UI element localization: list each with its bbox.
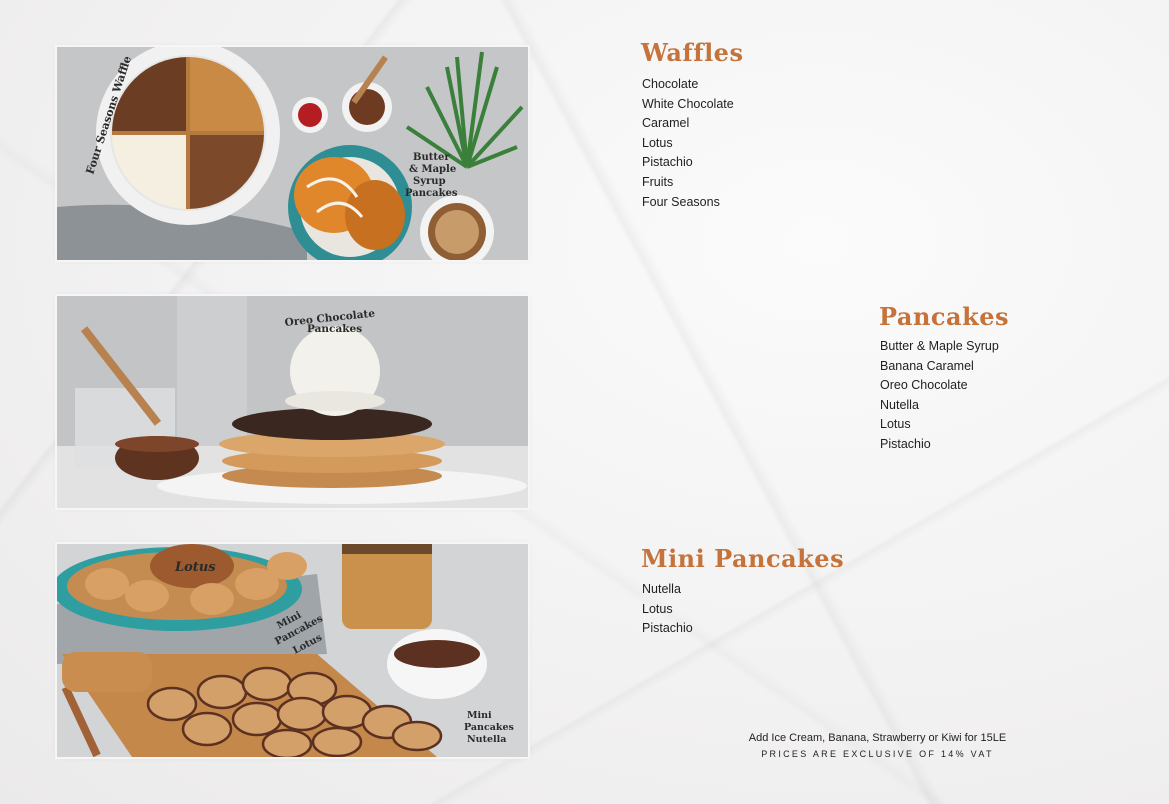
waffles-list: Chocolate White Chocolate Caramel Lotus …	[642, 75, 734, 212]
svg-text:Mini: Mini	[467, 710, 492, 721]
mini-pancakes-list: Nutella Lotus Pistachio	[642, 580, 693, 639]
oreo-pancakes-photo: Oreo Chocolate Pancakes	[57, 296, 528, 508]
svg-text:Nutella: Nutella	[467, 734, 506, 745]
svg-text:Butter: Butter	[413, 152, 450, 163]
waffles-photo-illustration: Four Seasons Waffle Butter & Maple Syrup…	[57, 47, 528, 260]
menu-item: Oreo Chocolate	[880, 378, 968, 393]
mini-pancakes-title: Mini Pancakes	[641, 544, 845, 573]
svg-text:Pancakes: Pancakes	[307, 323, 362, 335]
menu-item: Butter & Maple Syrup	[880, 339, 999, 353]
waffles-photo: Four Seasons Waffle Butter & Maple Syrup…	[57, 47, 528, 260]
oreo-pancakes-photo-illustration: Oreo Chocolate Pancakes	[57, 296, 528, 508]
menu-item: Nutella	[642, 582, 681, 596]
mini-pancakes-photo-illustration: Lotus Mini Pancakes Lotus Mini Pancakes …	[57, 544, 528, 757]
svg-text:& Maple: & Maple	[409, 164, 456, 175]
svg-text:Syrup: Syrup	[413, 176, 446, 187]
vat-note: PRICES ARE EXCLUSIVE OF 14% VAT	[761, 749, 994, 759]
menu-item: Banana Caramel	[880, 358, 974, 373]
menu-item: White Chocolate	[642, 96, 734, 111]
menu-item: Lotus	[642, 135, 673, 150]
menu-item: Fruits	[642, 174, 674, 189]
menu-item: Pistachio	[642, 155, 693, 170]
menu-item: Caramel	[642, 116, 690, 131]
pancakes-title: Pancakes	[879, 302, 1009, 331]
menu-item: Four Seasons	[642, 194, 720, 209]
svg-text:Pancakes: Pancakes	[464, 722, 514, 733]
addons-note: Add Ice Cream, Banana, Strawberry or Kiw…	[748, 732, 1007, 744]
pancakes-list: Butter & Maple Syrup Banana Caramel Oreo…	[880, 337, 999, 455]
lotus-cookie-label: Lotus	[174, 560, 216, 575]
mini-pancakes-photo: Lotus Mini Pancakes Lotus Mini Pancakes …	[57, 544, 528, 757]
four-seasons-waffle-graphic	[112, 57, 264, 209]
waffles-title: Waffles	[641, 38, 744, 67]
menu-item: Pistachio	[642, 621, 693, 636]
menu-item: Pistachio	[880, 436, 931, 451]
menu-item: Nutella	[880, 397, 919, 412]
menu-item: Lotus	[642, 601, 673, 616]
menu-item: Chocolate	[642, 77, 699, 91]
svg-text:Pancakes: Pancakes	[405, 188, 458, 199]
menu-item: Lotus	[880, 417, 911, 432]
